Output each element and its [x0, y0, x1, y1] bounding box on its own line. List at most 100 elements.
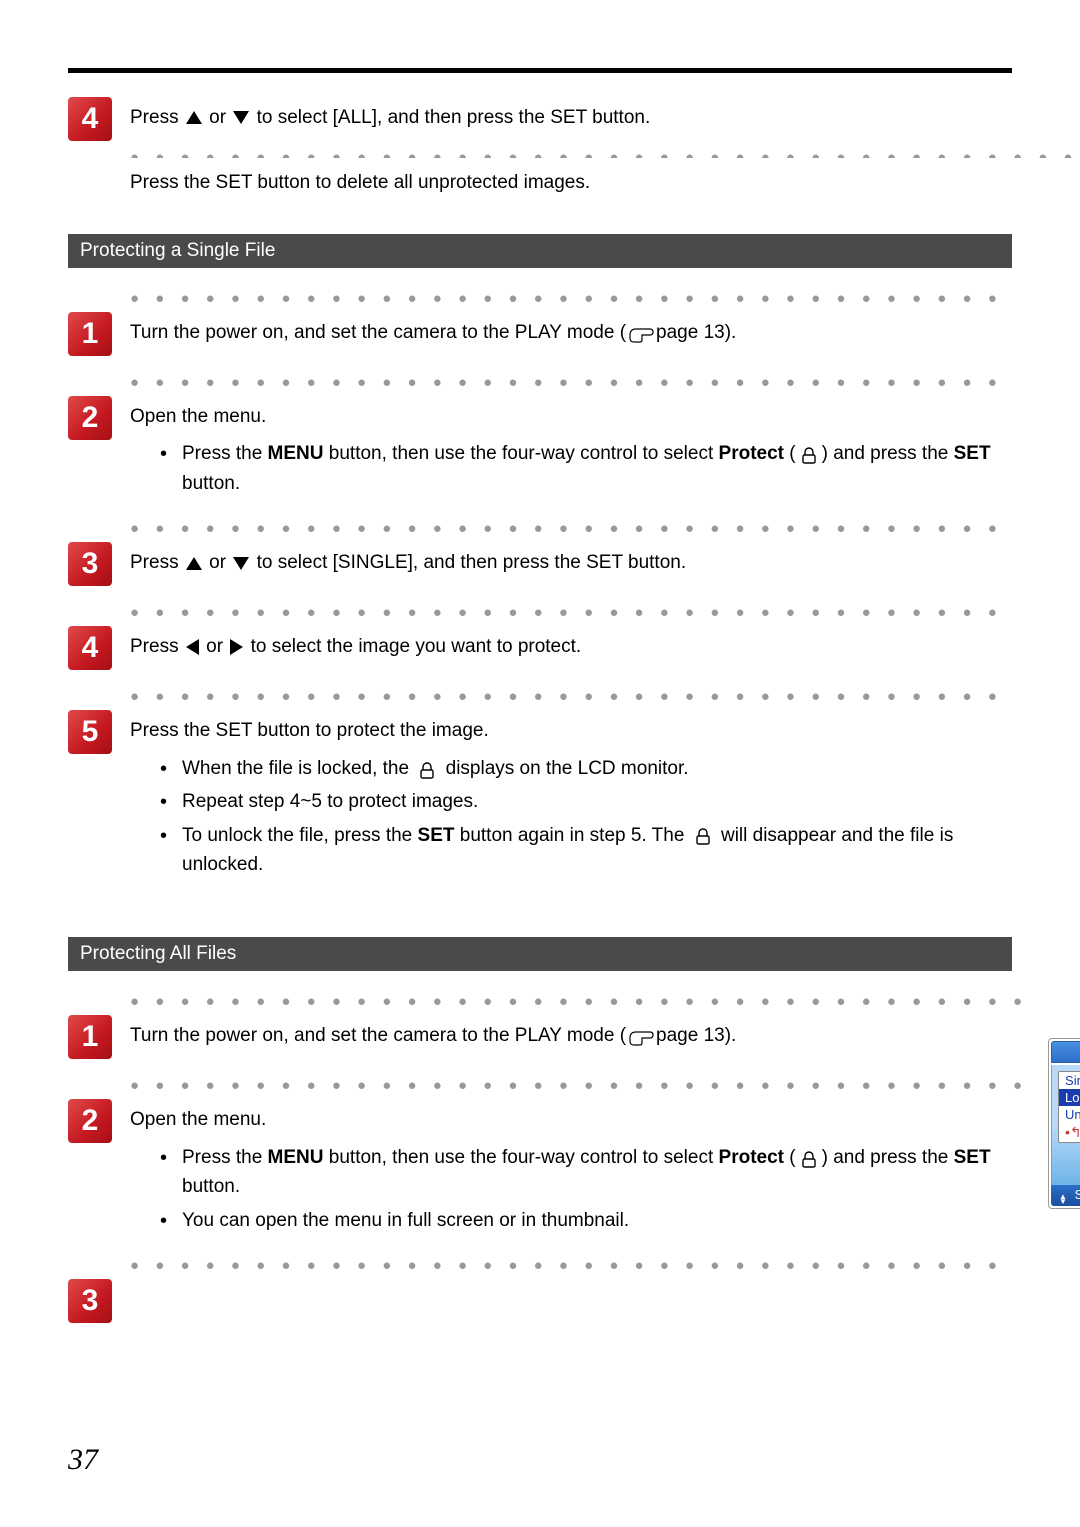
- section-header-all: Protecting All Files: [68, 937, 1012, 971]
- camera-screen: Protect Single Lock all Unlock all •↰: [1048, 1038, 1080, 1209]
- divider-dots: ● ● ● ● ● ● ● ● ● ● ● ● ● ● ● ● ● ● ● ● …: [130, 1077, 1028, 1089]
- section-header-single: Protecting a Single File: [68, 234, 1012, 268]
- step-number: 1: [68, 312, 112, 356]
- step-text: Press or to select [ALL], and then press…: [130, 97, 1080, 198]
- bullet-list: Press the MENU button, then use the four…: [160, 439, 1012, 498]
- text: or: [206, 636, 228, 657]
- text: button, then use the four-way control to…: [324, 1147, 719, 1168]
- text: page 13).: [656, 322, 736, 343]
- step-all-1: 1 Turn the power on, and set the camera …: [68, 1015, 1028, 1059]
- bullet-list: Press the MENU button, then use the four…: [160, 1143, 1028, 1235]
- text: (: [784, 1147, 796, 1168]
- step-top-4: 4 Press or to select [ALL], and then pre…: [68, 97, 1012, 198]
- page-number: 37: [68, 1443, 98, 1477]
- divider-dots: ● ● ● ● ● ● ● ● ● ● ● ● ● ● ● ● ● ● ● ● …: [130, 374, 1012, 386]
- step-heading: Open the menu.: [130, 402, 1012, 431]
- text: to select [SINGLE], and then press the S…: [257, 552, 687, 573]
- two-column-layout: ● ● ● ● ● ● ● ● ● ● ● ● ● ● ● ● ● ● ● ● …: [68, 993, 1012, 1257]
- step-heading: Press the SET button to protect the imag…: [130, 716, 1012, 745]
- step-text: Press or to select [SINGLE], and then pr…: [130, 542, 1012, 577]
- step-text: Open the menu. Press the MENU button, th…: [130, 1099, 1028, 1239]
- text: button.: [182, 1176, 240, 1197]
- text: or: [209, 552, 231, 573]
- text: to select [ALL], and then press the SET …: [257, 107, 651, 128]
- divider-dots: ● ● ● ● ● ● ● ● ● ● ● ● ● ● ● ● ● ● ● ● …: [130, 688, 1012, 700]
- step-single-1: 1 Turn the power on, and set the camera …: [68, 312, 1012, 356]
- right-column: Protect Single Lock all Unlock all •↰: [1048, 1038, 1080, 1209]
- step-single-5: 5 Press the SET button to protect the im…: [68, 710, 1012, 883]
- text: Select: [1075, 1187, 1080, 1202]
- triangle-up-icon: [186, 111, 202, 124]
- divider-dots: ● ● ● ● ● ● ● ● ● ● ● ● ● ● ● ● ● ● ● ● …: [130, 1257, 1012, 1269]
- step-heading: Open the menu.: [130, 1105, 1028, 1134]
- step-number: 4: [68, 97, 112, 141]
- text-bold: MENU: [268, 1147, 324, 1168]
- bullet-item: To unlock the file, press the SET button…: [160, 821, 1012, 880]
- lock-icon: [798, 1149, 820, 1167]
- step-text: Press or to select the image you want to…: [130, 626, 1012, 661]
- lock-icon: [798, 445, 820, 463]
- triangle-up-icon: [186, 557, 202, 570]
- bullet-item: Press the MENU button, then use the four…: [160, 439, 1012, 498]
- bullet-item: Press the MENU button, then use the four…: [160, 1143, 1028, 1202]
- step-text: Open the menu. Press the MENU button, th…: [130, 396, 1012, 502]
- bullet-item: You can open the menu in full screen or …: [160, 1206, 1028, 1235]
- step-text: Turn the power on, and set the camera to…: [130, 1015, 1028, 1050]
- text: Press: [130, 552, 184, 573]
- text: Turn the power on, and set the camera to…: [130, 322, 626, 343]
- text: displays on the LCD monitor.: [440, 758, 688, 779]
- bullet-item: Repeat step 4~5 to protect images.: [160, 787, 1012, 816]
- bullet-list: When the file is locked, the displays on…: [160, 754, 1012, 880]
- step-number: 2: [68, 396, 112, 440]
- text-bold: SET: [418, 825, 455, 846]
- step-single-4: 4 Press or to select the image you want …: [68, 626, 1012, 670]
- divider-dots: ● ● ● ● ● ● ● ● ● ● ● ● ● ● ● ● ● ● ● ● …: [130, 146, 1080, 158]
- text: button again in step 5. The: [454, 825, 689, 846]
- text-bold: MENU: [268, 443, 324, 464]
- camera-menu-unlockall: Unlock all: [1059, 1106, 1080, 1123]
- text: Press the SET button to delete all unpro…: [130, 168, 1080, 197]
- step-number: 3: [68, 1279, 112, 1323]
- divider-dots: ● ● ● ● ● ● ● ● ● ● ● ● ● ● ● ● ● ● ● ● …: [130, 993, 1028, 1005]
- text: or: [209, 107, 231, 128]
- camera-footer: ▲▼ Select SETOK: [1051, 1185, 1080, 1206]
- text: To unlock the file, press the: [182, 825, 418, 846]
- text: button, then use the four-way control to…: [324, 443, 719, 464]
- triangle-down-icon: [233, 111, 249, 124]
- step-single-2: 2 Open the menu. Press the MENU button, …: [68, 396, 1012, 502]
- lock-icon: [692, 826, 714, 844]
- footer-select: ▲▼ Select: [1059, 1187, 1080, 1204]
- camera-menu: Single Lock all Unlock all •↰: [1058, 1071, 1080, 1143]
- point-finger-icon: [628, 324, 654, 342]
- step-number: 4: [68, 626, 112, 670]
- lock-icon: [416, 760, 438, 778]
- step-all-2: 2 Open the menu. Press the MENU button, …: [68, 1099, 1028, 1239]
- text: When the file is locked, the: [182, 758, 414, 779]
- divider-dots: ● ● ● ● ● ● ● ● ● ● ● ● ● ● ● ● ● ● ● ● …: [130, 604, 1012, 616]
- step-text: Press the SET button to protect the imag…: [130, 710, 1012, 883]
- step-text: Turn the power on, and set the camera to…: [130, 312, 1012, 347]
- step-number: 1: [68, 1015, 112, 1059]
- triangle-left-icon: [186, 639, 199, 655]
- step-number: 2: [68, 1099, 112, 1143]
- text: ) and press the: [822, 1147, 954, 1168]
- camera-body: Single Lock all Unlock all •↰: [1051, 1065, 1080, 1185]
- camera-menu-lockall: Lock all: [1059, 1089, 1080, 1106]
- divider-dots: ● ● ● ● ● ● ● ● ● ● ● ● ● ● ● ● ● ● ● ● …: [130, 520, 1012, 532]
- step-text: [130, 1279, 1012, 1285]
- triangle-right-icon: [230, 639, 243, 655]
- text-bold: SET: [954, 1147, 991, 1168]
- step-single-3: 3 Press or to select [SINGLE], and then …: [68, 542, 1012, 586]
- text: Press the: [182, 1147, 268, 1168]
- camera-title: Protect: [1051, 1041, 1080, 1063]
- updown-arrows-icon: ▲▼: [1059, 1194, 1067, 1204]
- page-content: 4 Press or to select [ALL], and then pre…: [68, 68, 1012, 1323]
- text: Press the: [182, 443, 268, 464]
- text: to select the image you want to protect.: [251, 636, 582, 657]
- bullet-item: When the file is locked, the displays on…: [160, 754, 1012, 783]
- divider-dots: ● ● ● ● ● ● ● ● ● ● ● ● ● ● ● ● ● ● ● ● …: [130, 290, 1012, 302]
- text-bold: Protect: [719, 443, 784, 464]
- step-all-3: 3: [68, 1279, 1012, 1323]
- text: page 13).: [656, 1025, 736, 1046]
- text: button.: [182, 473, 240, 494]
